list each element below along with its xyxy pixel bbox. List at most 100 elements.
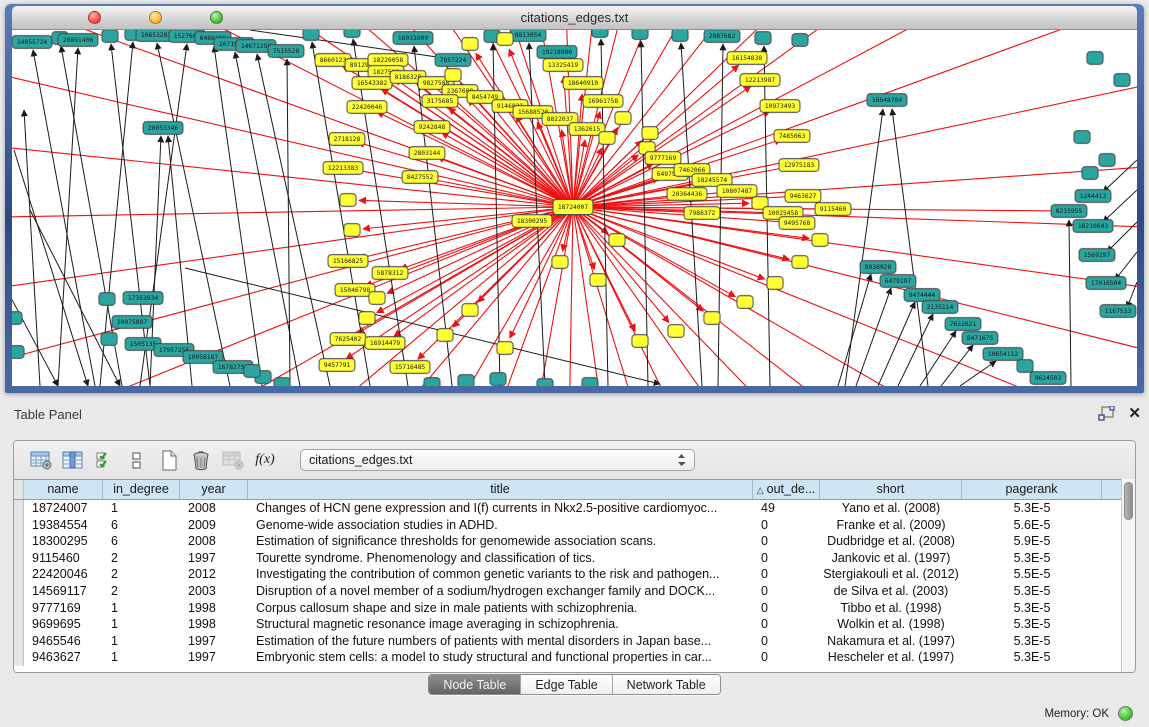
graph-node[interactable] (582, 378, 598, 386)
column-header-out_de[interactable]: △out_de... (753, 480, 820, 499)
graph-node[interactable] (369, 292, 385, 305)
graph-node[interactable] (12, 312, 22, 325)
trash-icon[interactable] (186, 447, 216, 473)
graph-node[interactable] (497, 342, 513, 355)
graph-node[interactable] (303, 30, 319, 40)
graph-node[interactable] (445, 69, 461, 82)
graph-node[interactable] (615, 112, 631, 125)
tab-edge-table[interactable]: Edge Table (521, 675, 612, 694)
graph-node[interactable] (359, 312, 375, 325)
graph-node-label: 8822037 (547, 116, 574, 123)
graph-node-label: 10025458 (768, 210, 799, 217)
table-cell: Yano et al. (2008) (820, 500, 962, 517)
graph-node[interactable] (101, 333, 117, 346)
graph-node-label: 2718128 (334, 136, 361, 143)
graph-node[interactable] (437, 329, 453, 342)
graph-node[interactable] (642, 127, 658, 140)
column-header-pagerank[interactable]: pagerank (962, 480, 1102, 499)
column-header-short[interactable]: short (820, 480, 962, 499)
graph-node[interactable] (1074, 131, 1090, 144)
graph-node[interactable] (490, 373, 506, 386)
table-cell: 1997 (180, 633, 248, 650)
network-canvas[interactable]: 1405572420891406106532871527602646616010… (12, 30, 1137, 386)
close-panel-icon[interactable]: ✕ (1128, 404, 1141, 422)
graph-node[interactable] (1114, 74, 1130, 87)
graph-node[interactable] (812, 234, 828, 247)
table-row[interactable]: 911546021997Tourette syndrome. Phenomeno… (14, 550, 1121, 567)
table-row[interactable]: 977716911998Corpus callosum shape and si… (14, 600, 1121, 617)
table-row[interactable]: 946554611997Estimation of the future num… (14, 633, 1121, 650)
graph-node[interactable] (458, 375, 474, 386)
column-header-title[interactable]: title (248, 480, 753, 499)
graph-node[interactable] (12, 346, 24, 359)
graph-node[interactable] (340, 194, 356, 207)
tab-node-table[interactable]: Node Table (429, 675, 521, 694)
select-rows-icon[interactable] (90, 447, 120, 473)
graph-node[interactable] (102, 30, 118, 42)
column-header-name[interactable]: name (24, 480, 103, 499)
table-settings-icon[interactable] (26, 447, 56, 473)
close-window-icon[interactable] (88, 11, 101, 24)
zoom-window-icon[interactable] (210, 11, 223, 24)
graph-node-label: 9463627 (790, 193, 817, 200)
table-cell: 9699695 (24, 616, 103, 633)
graph-node[interactable] (344, 224, 360, 237)
graph-node[interactable] (609, 234, 625, 247)
table-row[interactable]: 1456911722003Disruption of a novel membe… (14, 583, 1121, 600)
graph-node[interactable] (1017, 360, 1033, 373)
column-header-in_degree[interactable]: in_degree (103, 480, 180, 499)
table-row[interactable]: 1872400712008Changes of HCN gene express… (14, 500, 1121, 517)
graph-node-label: 20364436 (672, 191, 703, 198)
graph-node[interactable] (792, 34, 808, 47)
graph-node[interactable] (668, 325, 684, 338)
table-column-icon[interactable] (58, 447, 88, 473)
graph-node[interactable] (704, 312, 720, 325)
graph-node[interactable] (497, 33, 513, 46)
graph-node[interactable] (344, 30, 360, 37)
graph-node[interactable] (1087, 52, 1103, 65)
minimize-window-icon[interactable] (149, 11, 162, 24)
graph-node[interactable] (592, 30, 608, 37)
column-header-year[interactable]: year (180, 480, 248, 499)
table-row[interactable]: 969969511998Structural magnetic resonanc… (14, 616, 1121, 633)
function-icon[interactable]: f(x) (250, 447, 280, 473)
table-row[interactable]: 946362711997Embryonic stem cells: a mode… (14, 649, 1121, 666)
graph-node[interactable] (244, 365, 260, 378)
table-cell: 5.6E-5 (962, 517, 1102, 534)
graph-node[interactable] (274, 378, 290, 386)
scrollbar-thumb[interactable] (1124, 482, 1133, 520)
new-file-icon[interactable] (154, 447, 184, 473)
table-cell: 1 (103, 649, 180, 666)
graph-node[interactable] (1099, 154, 1115, 167)
table-cell: 1998 (180, 616, 248, 633)
graph-node[interactable] (462, 304, 478, 317)
table-cell: Corpus callosum shape and size in male p… (248, 600, 753, 617)
graph-node[interactable] (590, 274, 606, 287)
table-row[interactable]: 1830029562008Estimation of significance … (14, 533, 1121, 550)
graph-node[interactable] (792, 256, 808, 269)
vertical-scrollbar[interactable] (1121, 479, 1135, 672)
window-titlebar[interactable]: citations_edges.txt (12, 6, 1137, 30)
graph-node[interactable] (462, 38, 478, 51)
table-row[interactable]: 2242004622012Investigating the contribut… (14, 566, 1121, 583)
graph-node[interactable] (767, 277, 783, 290)
graph-node[interactable] (99, 293, 115, 306)
graph-node[interactable] (552, 256, 568, 269)
graph-node[interactable] (632, 335, 648, 348)
table-source-select[interactable]: citations_edges.txt (300, 449, 695, 471)
table-row[interactable]: 1938455462009Genome-wide association stu… (14, 517, 1121, 534)
graph-node[interactable] (1082, 167, 1098, 180)
graph-node[interactable] (632, 30, 648, 39)
graph-node[interactable] (755, 32, 771, 45)
graph-node[interactable] (737, 296, 753, 309)
graph-node[interactable] (599, 132, 615, 145)
row-height-icon[interactable] (122, 447, 152, 473)
graph-node[interactable] (424, 378, 440, 386)
float-panel-icon[interactable] (1098, 406, 1115, 422)
tab-network-table[interactable]: Network Table (613, 675, 720, 694)
graph-node[interactable] (672, 30, 688, 41)
memory-status-icon[interactable] (1118, 706, 1133, 721)
delete-table-icon[interactable] (218, 447, 248, 473)
graph-node[interactable] (537, 379, 553, 386)
network-svg[interactable]: 1405572420891406106532871527602646616010… (12, 30, 1137, 386)
